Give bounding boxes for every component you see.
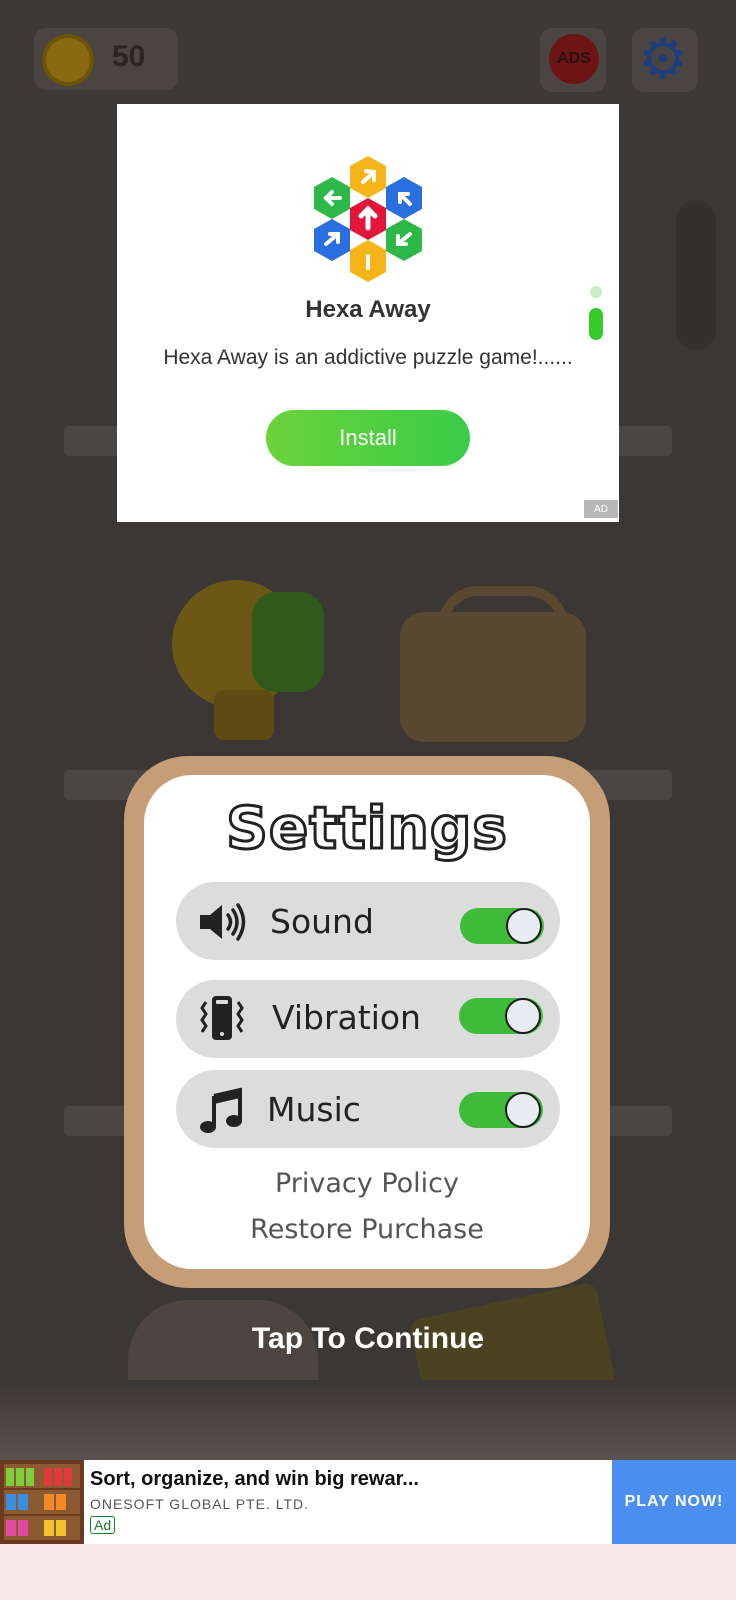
globe-stand xyxy=(214,690,274,740)
bottom-safe-area xyxy=(0,1544,736,1600)
carousel-dot-active[interactable] xyxy=(589,308,603,340)
ad-app-title: Hexa Away xyxy=(305,296,431,323)
handbag-item[interactable] xyxy=(400,612,586,742)
banner-app-thumbnail-icon[interactable] xyxy=(0,1460,84,1544)
bottom-fade xyxy=(0,1380,736,1460)
vibration-toggle-knob xyxy=(505,998,541,1034)
music-label: Music xyxy=(267,1090,361,1129)
gear-icon: ⚙ xyxy=(638,27,689,92)
install-button[interactable]: Install xyxy=(266,410,470,466)
privacy-policy-link[interactable]: Privacy Policy xyxy=(144,1168,590,1199)
vibration-icon xyxy=(200,996,244,1040)
coin-icon xyxy=(42,34,94,86)
banner-title[interactable]: Sort, organize, and win big rewar... xyxy=(90,1468,419,1491)
scroll-rail[interactable] xyxy=(676,200,716,350)
music-toggle-knob xyxy=(505,1092,541,1128)
sound-label: Sound xyxy=(270,902,374,941)
ad-badge[interactable]: AD xyxy=(584,500,618,518)
banner-publisher: ONESOFT GLOBAL PTE. LTD. xyxy=(90,1496,310,1512)
banner-ad-tag: Ad xyxy=(90,1516,116,1534)
no-ads-icon: ADS xyxy=(549,34,599,84)
settings-title: Settings xyxy=(225,793,509,864)
play-now-button[interactable]: PLAY NOW! xyxy=(612,1460,736,1544)
sound-toggle-knob xyxy=(506,908,542,944)
speaker-icon xyxy=(200,903,246,941)
hexa-away-logo-icon xyxy=(314,156,422,282)
globe-patch xyxy=(252,592,324,692)
music-note-icon xyxy=(200,1087,242,1133)
coin-count: 50 xyxy=(112,40,146,73)
restore-purchase-link[interactable]: Restore Purchase xyxy=(144,1214,590,1245)
tap-to-continue[interactable]: Tap To Continue xyxy=(0,1322,736,1356)
vibration-label: Vibration xyxy=(272,998,421,1037)
carousel-dot[interactable] xyxy=(590,286,602,298)
ad-description: Hexa Away is an addictive puzzle game!..… xyxy=(163,346,573,369)
